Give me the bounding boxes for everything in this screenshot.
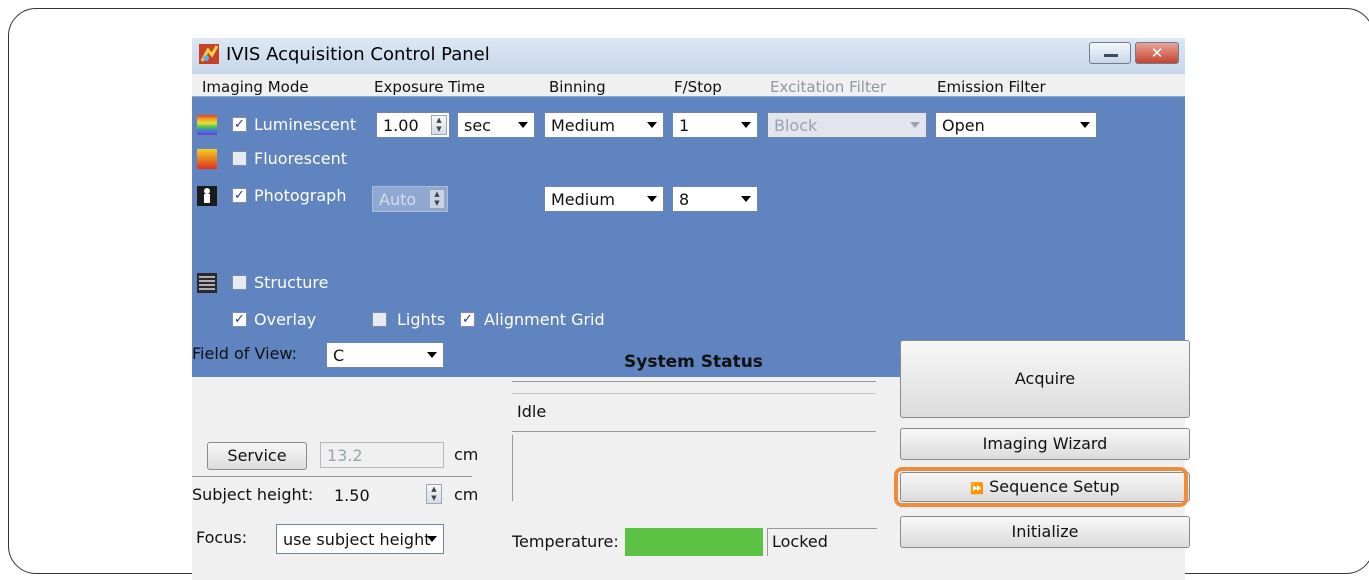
luminescent-fstop-select[interactable]: 1 [672, 112, 758, 138]
chevron-down-icon [910, 122, 920, 128]
luminescent-exposure-field[interactable]: 1.00 ▲ ▼ [376, 112, 450, 138]
system-status-title: System Status [624, 352, 763, 372]
temperature-state-left [767, 528, 768, 556]
temperature-indicator [625, 528, 763, 556]
chevron-down-icon [647, 122, 657, 128]
spinner-icon: ▲ ▼ [429, 189, 445, 209]
imaging-wizard-button-label: Imaging Wizard [982, 434, 1108, 453]
initialize-button[interactable]: Initialize [900, 516, 1190, 548]
spinner-icon[interactable]: ▲ ▼ [431, 115, 447, 135]
app-icon [199, 44, 219, 64]
temperature-state-top [767, 528, 877, 529]
system-status-text: Idle [517, 402, 547, 421]
photograph-checkbox[interactable]: ✓ [232, 188, 247, 203]
window-title: IVIS Acquisition Control Panel [226, 44, 490, 65]
fluorescent-checkbox[interactable] [232, 151, 247, 166]
subject-height-value: 1.50 [334, 486, 370, 505]
column-header-fstop: F/Stop [674, 78, 722, 96]
service-button[interactable]: Service [207, 442, 307, 470]
acquire-button-label: Acquire [1014, 369, 1076, 388]
structure-label: Structure [254, 273, 329, 292]
field-of-view-value: C [333, 346, 345, 365]
column-header-emission-filter: Emission Filter [937, 78, 1046, 96]
overlay-label: Overlay [254, 310, 317, 329]
column-header-exposure-time: Exposure Time [374, 78, 485, 96]
photograph-icon [197, 186, 217, 206]
close-icon: ✕ [1150, 44, 1164, 62]
minimize-button[interactable] [1089, 42, 1131, 64]
photograph-exposure-field: Auto ▲ ▼ [372, 186, 448, 212]
field-of-view-select[interactable]: C [326, 342, 444, 368]
imaging-modes-panel: ✓ Luminescent 1.00 ▲ ▼ sec Medium 1 Block… [192, 96, 1185, 377]
status-divider-middle [512, 431, 876, 432]
subject-height-unit: cm [454, 485, 479, 504]
log-box-left [512, 435, 513, 501]
close-button[interactable]: ✕ [1135, 42, 1179, 64]
service-unit: cm [454, 445, 479, 464]
excitation-filter-select: Block [767, 112, 927, 138]
structure-checkbox[interactable] [232, 275, 247, 290]
chevron-down-icon [741, 196, 751, 202]
fluorescent-label: Fluorescent [254, 149, 348, 168]
imaging-wizard-button[interactable]: Imaging Wizard [900, 428, 1190, 460]
spinner-icon[interactable]: ▲ ▼ [426, 484, 442, 504]
chevron-down-icon [1080, 122, 1090, 128]
temperature-label: Temperature: [512, 532, 619, 551]
overlay-checkbox[interactable]: ✓ [232, 312, 247, 327]
excitation-filter-value: Block [774, 116, 818, 135]
column-header-excitation-filter: Excitation Filter [770, 78, 887, 96]
focus-select[interactable]: use subject height [276, 524, 444, 554]
acquire-button[interactable]: Acquire [900, 340, 1190, 418]
acquisition-control-window: IVIS Acquisition Control Panel ✕ Imaging… [192, 38, 1190, 580]
title-bar: IVIS Acquisition Control Panel ✕ [192, 38, 1185, 74]
status-divider-top [512, 381, 876, 382]
chevron-down-icon [427, 352, 437, 358]
lights-label: Lights [397, 310, 446, 329]
service-value: 13.2 [327, 446, 363, 465]
photograph-binning-value: Medium [551, 190, 615, 209]
luminescent-binning-select[interactable]: Medium [544, 112, 664, 138]
emission-filter-value: Open [942, 116, 985, 135]
lights-checkbox[interactable] [372, 312, 387, 327]
luminescent-checkbox[interactable]: ✓ [232, 117, 247, 132]
focus-label: Focus: [196, 528, 248, 547]
luminescent-label: Luminescent [254, 115, 357, 134]
initialize-button-label: Initialize [1011, 522, 1079, 541]
photograph-fstop-select[interactable]: 8 [672, 186, 758, 212]
service-value-field: 13.2 [320, 442, 444, 468]
structure-icon [197, 273, 217, 293]
photograph-label: Photograph [254, 186, 347, 205]
chevron-down-icon [647, 196, 657, 202]
minimize-icon [1104, 54, 1118, 57]
chevron-down-icon [427, 536, 437, 542]
alignment-grid-checkbox[interactable]: ✓ [460, 312, 475, 327]
column-header-binning: Binning [549, 78, 606, 96]
photograph-fstop-value: 8 [679, 190, 690, 209]
luminescent-fstop-value: 1 [679, 116, 690, 135]
status-box-top [512, 393, 876, 394]
emission-filter-select[interactable]: Open [935, 112, 1097, 138]
photograph-binning-select[interactable]: Medium [544, 186, 664, 212]
photograph-exposure-value: Auto [379, 190, 417, 209]
focus-value: use subject height [283, 530, 431, 549]
luminescent-exposure-value: 1.00 [383, 116, 419, 135]
temperature-state: Locked [772, 532, 828, 551]
sequence-setup-highlight [894, 467, 1188, 507]
subject-height-field[interactable]: 1.50 ▲ ▼ [328, 481, 444, 507]
left-divider [192, 476, 472, 477]
alignment-grid-label: Alignment Grid [484, 310, 605, 329]
exposure-unit-select[interactable]: sec [457, 112, 535, 138]
field-of-view-label: Field of View: [192, 344, 298, 363]
fluorescent-icon [197, 149, 217, 169]
chevron-down-icon [741, 122, 751, 128]
service-button-label: Service [227, 446, 287, 465]
luminescent-binning-value: Medium [551, 116, 615, 135]
subject-height-label: Subject height: [192, 485, 314, 504]
column-header-imaging-mode: Imaging Mode [202, 78, 309, 96]
chevron-down-icon [518, 122, 528, 128]
exposure-unit-value: sec [464, 116, 491, 135]
luminescent-icon [197, 115, 217, 135]
